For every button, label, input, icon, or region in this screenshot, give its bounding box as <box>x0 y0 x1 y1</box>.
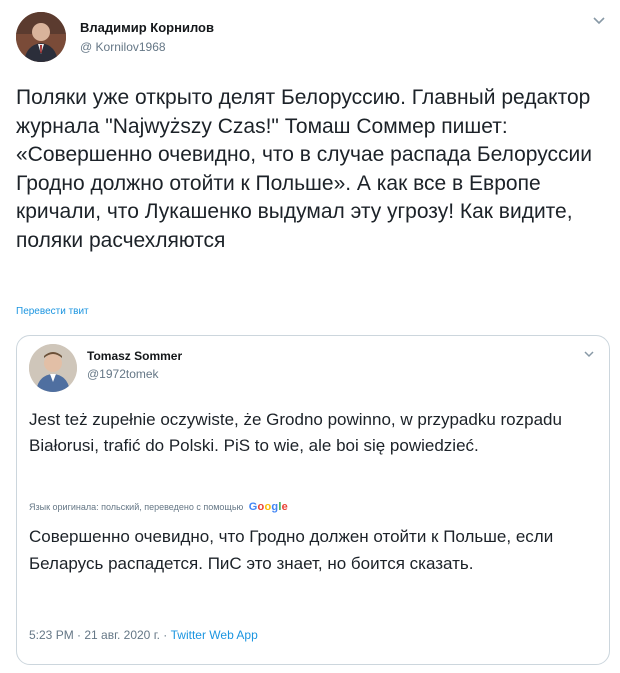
translate-tweet-link[interactable]: Перевести твит <box>16 306 89 317</box>
tweet-timestamp[interactable]: 5:23 PM · 21 авг. 2020 г. · <box>29 628 167 642</box>
translation-note-text: Язык оригинала: польский, переведено с п… <box>29 502 244 512</box>
chevron-down-icon[interactable] <box>592 16 606 26</box>
quoted-author-name[interactable]: Tomasz Sommer <box>87 349 182 363</box>
tweet-meta: 5:23 PM · 21 авг. 2020 г. · Twitter Web … <box>29 628 258 642</box>
quoted-author-avatar[interactable] <box>29 344 77 392</box>
avatar-portrait-icon <box>29 344 77 392</box>
quoted-tweet[interactable]: Tomasz Sommer @1972tomek Jest też zupełn… <box>16 335 610 665</box>
tweet-card: Владимир Корнилов @ Kornilov1968 Поляки … <box>0 0 620 673</box>
tweet-source-link[interactable]: Twitter Web App <box>171 628 258 642</box>
author-handle[interactable]: @ Kornilov1968 <box>80 40 166 54</box>
quoted-translated-text: Совершенно очевидно, что Гродно должен о… <box>29 527 554 573</box>
chevron-down-icon[interactable] <box>583 350 595 359</box>
quoted-author-handle[interactable]: @1972tomek <box>87 367 159 381</box>
google-logo[interactable]: Google <box>249 501 288 513</box>
author-avatar[interactable] <box>16 12 66 62</box>
author-name[interactable]: Владимир Корнилов <box>80 20 214 35</box>
translation-note: Язык оригинала: польский, переведено с п… <box>29 501 288 513</box>
avatar-portrait-icon <box>16 12 66 62</box>
tweet-text: Поляки уже открыто делят Белоруссию. Гла… <box>16 86 592 252</box>
quoted-original-text: Jest też zupełnie oczywiste, że Grodno p… <box>29 410 562 455</box>
